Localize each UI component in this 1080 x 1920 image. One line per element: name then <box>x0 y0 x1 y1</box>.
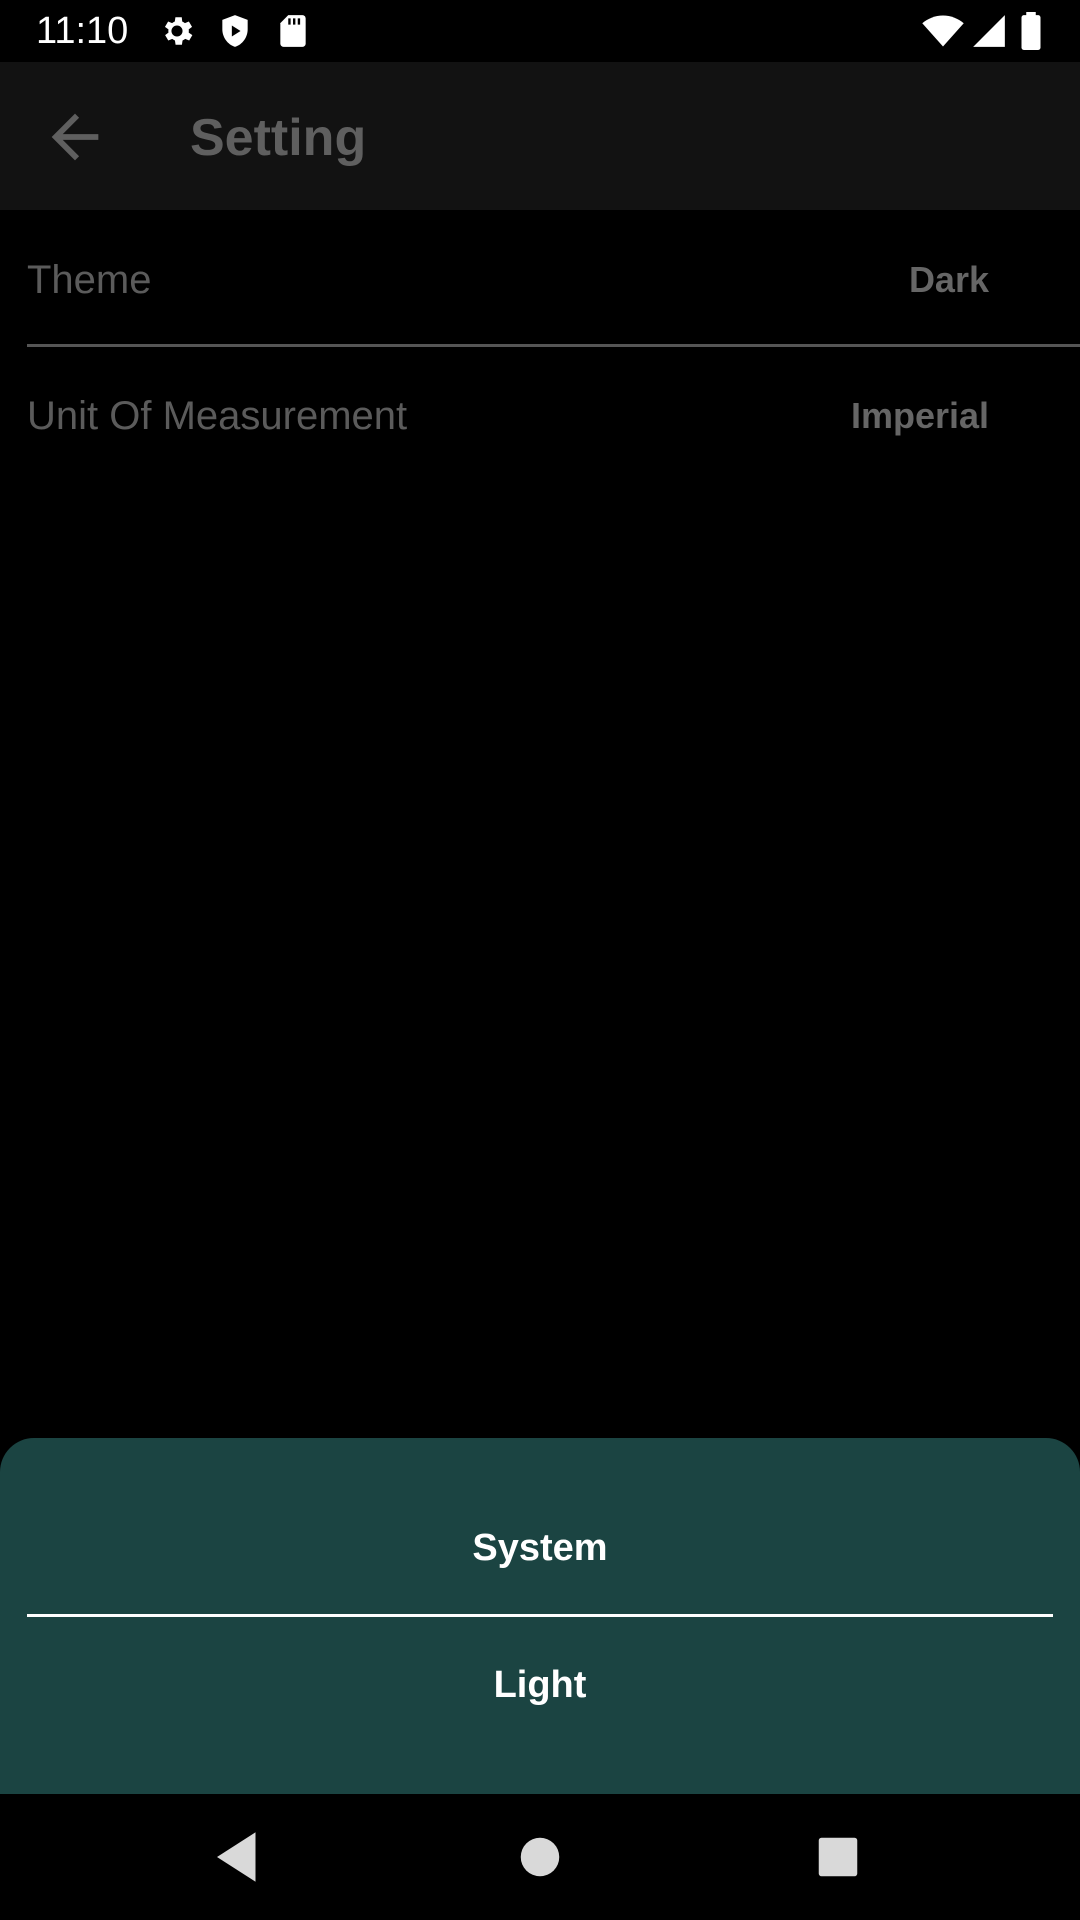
nav-recents-button[interactable] <box>805 1824 871 1890</box>
sd-card-icon <box>274 12 312 50</box>
back-triangle-icon <box>206 1832 272 1894</box>
gear-icon <box>158 12 196 50</box>
cell-signal-icon <box>970 12 1008 50</box>
back-button[interactable] <box>40 102 110 172</box>
arrow-back-icon <box>40 113 110 176</box>
battery-icon <box>1016 12 1046 50</box>
setting-value: Imperial <box>850 395 989 436</box>
setting-row-unit[interactable]: Unit Of Measurement Imperial <box>27 350 1080 486</box>
divider <box>27 1614 1053 1617</box>
status-bar: 11:10 <box>0 0 1080 62</box>
page-title: Setting <box>190 109 367 167</box>
setting-value: Dark <box>908 259 989 300</box>
screen: 11:10 Setting Theme Dark Unit Of Measure… <box>0 0 1080 1920</box>
setting-label: Theme <box>27 258 152 302</box>
navigation-bar <box>0 1794 1080 1920</box>
divider <box>27 344 1080 347</box>
setting-label: Unit Of Measurement <box>27 394 408 438</box>
shield-icon <box>216 12 254 50</box>
home-circle-icon <box>507 1837 573 1894</box>
setting-row-theme[interactable]: Theme Dark <box>27 214 1080 350</box>
option-system[interactable]: System <box>27 1482 1053 1614</box>
bottom-sheet: System Light <box>0 1438 1080 1794</box>
wifi-icon <box>922 12 964 50</box>
option-light[interactable]: Light <box>27 1619 1053 1751</box>
recents-square-icon <box>805 1837 871 1894</box>
nav-home-button[interactable] <box>507 1824 573 1890</box>
status-time: 11:10 <box>36 10 129 52</box>
app-bar: Setting <box>0 62 1080 210</box>
nav-back-button[interactable] <box>206 1824 272 1890</box>
